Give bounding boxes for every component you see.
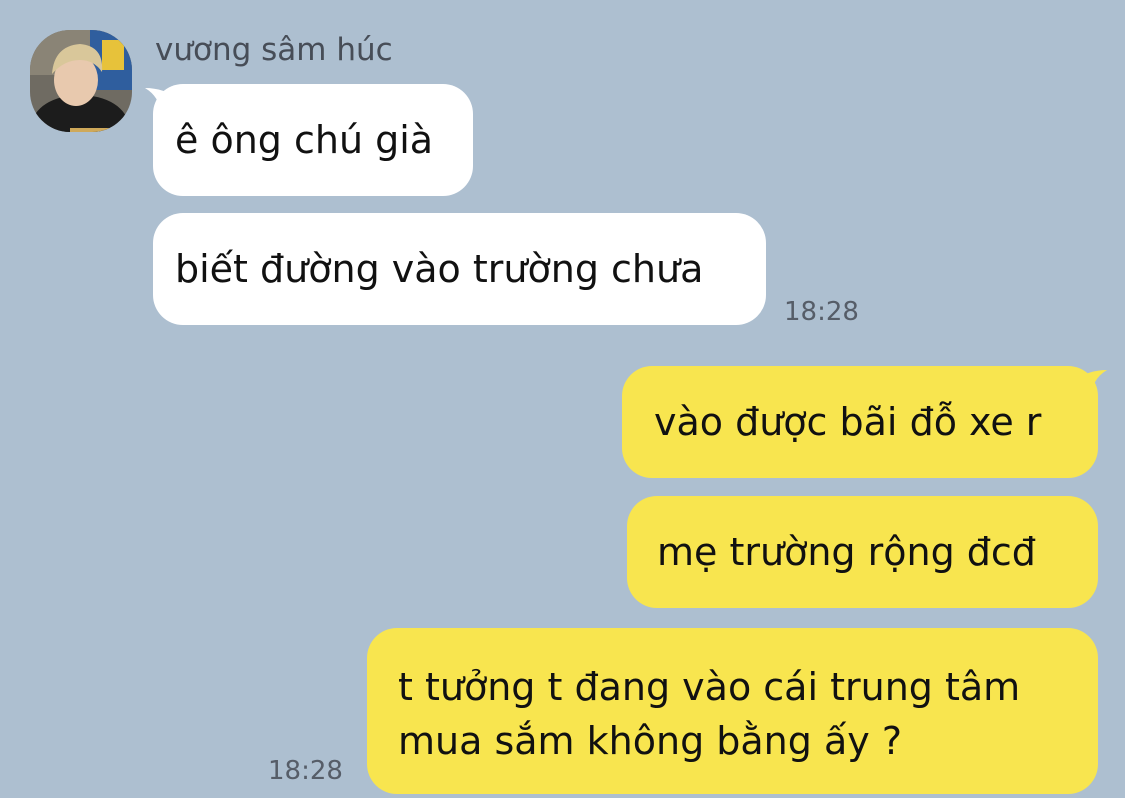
outgoing-message[interactable]: vào được bãi đỗ xe r (622, 366, 1098, 478)
outgoing-message[interactable]: mẹ trường rộng đcđ (627, 496, 1098, 608)
message-text: vào được bãi đỗ xe r (654, 400, 1042, 444)
incoming-message[interactable]: ê ông chú già (153, 84, 473, 196)
message-text: biết đường vào trường chưa (175, 247, 704, 291)
sender-name: vương sâm húc (155, 32, 393, 68)
outgoing-message[interactable]: t tưởng t đang vào cái trung tâm mua sắm… (367, 628, 1098, 794)
message-text: ê ông chú già (175, 118, 434, 162)
message-timestamp: 18:28 (784, 297, 859, 327)
message-timestamp: 18:28 (268, 756, 343, 786)
avatar-image (30, 30, 132, 132)
message-text: t tưởng t đang vào cái trung tâm mua sắm… (398, 665, 1021, 763)
avatar[interactable] (30, 30, 132, 132)
message-text: mẹ trường rộng đcđ (657, 530, 1036, 574)
incoming-message[interactable]: biết đường vào trường chưa (153, 213, 766, 325)
